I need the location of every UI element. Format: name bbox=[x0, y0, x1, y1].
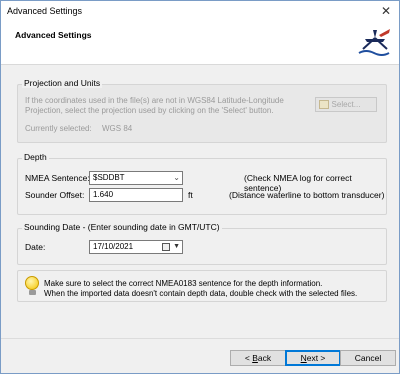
date-value: 17/10/2021 bbox=[93, 242, 134, 251]
current-projection-value: WGS 84 bbox=[102, 124, 133, 133]
close-icon[interactable]: ✕ bbox=[377, 3, 395, 19]
sounding-date-picker[interactable]: 17/10/2021 ▼ bbox=[89, 240, 183, 254]
depth-group: Depth NMEA Sentence: $SDDBT ⌄ (Check NME… bbox=[17, 152, 387, 215]
wizard-header: Advanced Settings bbox=[1, 21, 399, 65]
title-bar: Advanced Settings ✕ bbox=[1, 1, 399, 21]
advanced-settings-window: Advanced Settings ✕ Advanced Settings Pr… bbox=[0, 0, 400, 374]
lightbulb-base bbox=[29, 290, 36, 295]
select-button-label: Select... bbox=[331, 100, 361, 109]
back-label-rest: ack bbox=[257, 353, 272, 363]
window-title: Advanced Settings bbox=[7, 6, 83, 16]
offset-unit: ft bbox=[188, 190, 193, 200]
sounding-date-group: Sounding Date - (Enter sounding date in … bbox=[17, 222, 387, 265]
page-title: Advanced Settings bbox=[15, 30, 92, 40]
nmea-sentence-value: $SDDBT bbox=[93, 173, 125, 182]
dropdown-arrow-icon[interactable]: ▼ bbox=[173, 241, 180, 253]
depth-legend: Depth bbox=[22, 152, 49, 162]
cancel-button[interactable]: Cancel bbox=[340, 350, 396, 366]
chevron-down-icon: ⌄ bbox=[173, 173, 180, 182]
info-text: Make sure to select the correct NMEA0183… bbox=[44, 279, 379, 299]
nmea-sentence-select[interactable]: $SDDBT ⌄ bbox=[89, 171, 183, 185]
current-projection-label: Currently selected: bbox=[25, 124, 92, 133]
select-projection-button[interactable]: Select... bbox=[315, 97, 377, 112]
projection-group: Projection and Units If the coordinates … bbox=[17, 78, 387, 143]
info-line-1: Make sure to select the correct NMEA0183… bbox=[44, 279, 323, 288]
info-box: Make sure to select the correct NMEA0183… bbox=[17, 270, 387, 302]
projection-legend: Projection and Units bbox=[22, 78, 103, 88]
next-button[interactable]: Next > bbox=[285, 350, 341, 366]
calendar-icon[interactable] bbox=[162, 243, 170, 251]
sounder-offset-value: 1.640 bbox=[93, 190, 114, 199]
survey-boat-logo-icon bbox=[358, 29, 390, 56]
sounder-offset-input[interactable]: 1.640 bbox=[89, 188, 183, 202]
back-button[interactable]: < Back bbox=[230, 350, 286, 366]
offset-hint: (Distance waterline to bottom transducer… bbox=[229, 190, 385, 200]
next-label-rest: ext > bbox=[306, 353, 326, 363]
projection-description: If the coordinates used in the file(s) a… bbox=[25, 96, 284, 115]
folder-icon bbox=[319, 100, 329, 109]
footer-divider bbox=[1, 338, 399, 339]
lightbulb-icon bbox=[25, 276, 39, 290]
nmea-sentence-label: NMEA Sentence: bbox=[25, 173, 90, 183]
sounder-offset-label: Sounder Offset: bbox=[25, 190, 85, 200]
sounding-date-legend: Sounding Date - (Enter sounding date in … bbox=[22, 222, 222, 232]
info-line-2: When the imported data doesn't contain d… bbox=[44, 289, 358, 298]
date-label: Date: bbox=[25, 242, 46, 252]
